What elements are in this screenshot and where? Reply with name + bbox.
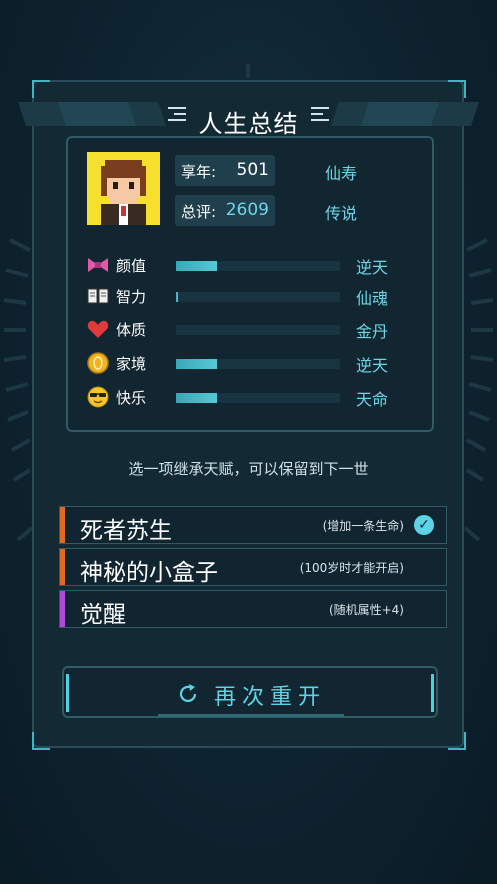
heart-icon <box>87 320 109 338</box>
attribute-fill <box>176 261 217 271</box>
age-label: 享年: <box>181 163 217 181</box>
avatar <box>87 152 160 225</box>
page-title: 人生总结 <box>198 110 299 138</box>
attribute-grade: 仙魂 <box>356 289 389 308</box>
score-value: 2609 <box>225 200 269 220</box>
score-stat: 总评: 2609 <box>175 195 275 226</box>
attribute-bar <box>176 292 340 302</box>
talent-option[interactable]: 死者苏生 (增加一条生命) ✓ <box>59 506 447 544</box>
age-grade: 仙寿 <box>325 164 358 183</box>
talent-accent <box>60 549 65 585</box>
age-value: 501 <box>236 160 269 180</box>
talent-option[interactable]: 觉醒 (随机属性+4) <box>59 590 447 628</box>
attribute-label: 智力 <box>116 288 147 306</box>
attribute-row: 家境 逆天 <box>86 351 426 375</box>
attribute-label: 颜值 <box>116 257 147 275</box>
talent-option[interactable]: 神秘的小盒子 (100岁时才能开启) <box>59 548 447 586</box>
attribute-fill <box>176 393 217 403</box>
attribute-bar <box>176 325 340 335</box>
talent-name: 神秘的小盒子 <box>80 560 218 586</box>
talent-desc: (增加一条生命) <box>322 519 404 533</box>
score-label: 总评: <box>181 203 217 221</box>
panel-corner <box>448 80 466 98</box>
talent-name: 觉醒 <box>80 602 126 628</box>
attribute-grade: 天命 <box>356 390 389 409</box>
restart-button[interactable]: 再次重开 <box>62 666 438 718</box>
attribute-fill <box>176 292 178 302</box>
talent-desc: (随机属性+4) <box>328 603 404 617</box>
panel-corner <box>32 732 50 750</box>
attribute-row: 智力 仙魂 <box>86 284 426 308</box>
attribute-grade: 逆天 <box>356 258 389 277</box>
bow-icon <box>88 258 108 272</box>
sunglasses-face-icon <box>87 386 109 408</box>
attribute-label: 家境 <box>116 355 147 373</box>
attribute-grade: 逆天 <box>356 356 389 375</box>
attribute-label: 体质 <box>116 321 147 339</box>
attribute-fill <box>176 359 217 369</box>
pixel-character-icon <box>101 160 146 225</box>
age-stat: 享年: 501 <box>175 155 275 186</box>
talent-accent <box>60 507 65 543</box>
restart-underline <box>158 714 344 717</box>
panel-corner <box>32 80 50 98</box>
button-edge <box>431 674 434 712</box>
attribute-label: 快乐 <box>116 389 147 407</box>
inherit-hint: 选一项继承天赋，可以保留到下一世 <box>128 460 369 478</box>
attribute-bar <box>176 393 340 403</box>
attribute-bar <box>176 261 340 271</box>
coin-icon <box>87 352 109 374</box>
check-icon: ✓ <box>414 515 434 535</box>
panel-corner <box>448 732 466 750</box>
talent-desc: (100岁时才能开启) <box>299 561 404 575</box>
attribute-row: 颜值 逆天 <box>86 253 426 277</box>
attribute-row: 体质 金丹 <box>86 317 426 341</box>
attribute-bar <box>176 359 340 369</box>
attribute-grade: 金丹 <box>356 322 389 341</box>
talent-name: 死者苏生 <box>80 518 172 544</box>
refresh-icon <box>179 684 197 703</box>
book-icon <box>87 288 109 304</box>
talent-accent <box>60 591 65 627</box>
score-grade: 传说 <box>325 204 358 223</box>
restart-label: 再次重开 <box>214 685 327 710</box>
button-edge <box>66 674 69 712</box>
attribute-row: 快乐 天命 <box>86 385 426 409</box>
